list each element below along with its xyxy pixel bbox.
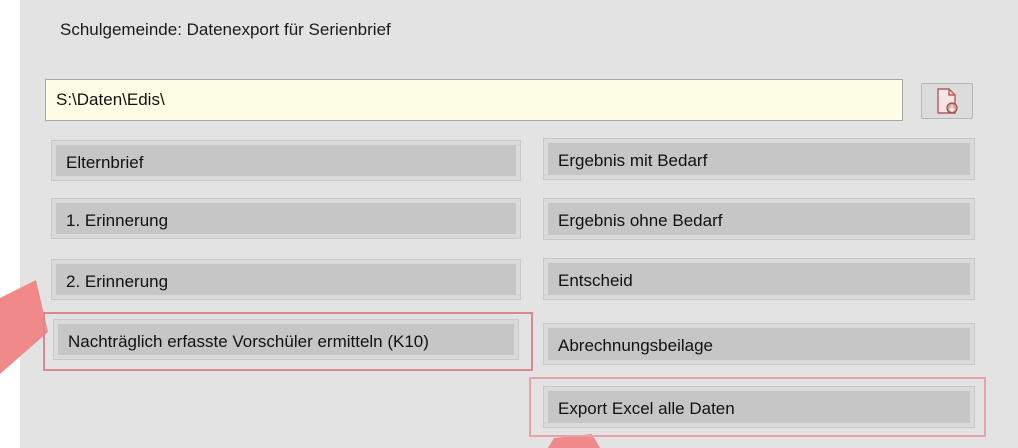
zweite-erinnerung-label: 2. Erinnerung xyxy=(66,271,169,291)
entscheid-label: Entscheid xyxy=(558,271,633,290)
erste-erinnerung-label: 1. Erinnerung xyxy=(66,210,169,230)
elternbrief-label: Elternbrief xyxy=(66,152,144,172)
nachtraeglich-vorschueler-button[interactable]: Nachträglich erfasste Vorschüler ermitte… xyxy=(53,319,519,360)
abrechnungsbeilage-label: Abrechnungsbeilage xyxy=(558,336,714,355)
ergebnis-ohne-bedarf-button[interactable]: Ergebnis ohne Bedarf xyxy=(543,198,975,240)
abrechnungsbeilage-button[interactable]: Abrechnungsbeilage xyxy=(543,323,975,365)
path-input[interactable] xyxy=(45,79,903,121)
export-excel-button[interactable]: Export Excel alle Daten xyxy=(543,386,975,428)
elternbrief-button[interactable]: Elternbrief xyxy=(51,140,521,181)
dialog-title: Schulgemeinde: Datenexport für Serienbri… xyxy=(60,20,391,39)
entscheid-button[interactable]: Entscheid xyxy=(543,258,975,300)
nachtraeglich-vorschueler-label: Nachträglich erfasste Vorschüler ermitte… xyxy=(68,331,429,351)
file-open-icon xyxy=(937,88,958,114)
erste-erinnerung-button[interactable]: 1. Erinnerung xyxy=(51,198,521,239)
export-excel-label: Export Excel alle Daten xyxy=(558,399,735,418)
ergebnis-ohne-bedarf-label: Ergebnis ohne Bedarf xyxy=(558,211,723,230)
ergebnis-mit-bedarf-button[interactable]: Ergebnis mit Bedarf xyxy=(543,138,975,180)
zweite-erinnerung-button[interactable]: 2. Erinnerung xyxy=(51,259,521,300)
ergebnis-mit-bedarf-label: Ergebnis mit Bedarf xyxy=(558,151,708,170)
browse-button[interactable] xyxy=(921,83,973,119)
